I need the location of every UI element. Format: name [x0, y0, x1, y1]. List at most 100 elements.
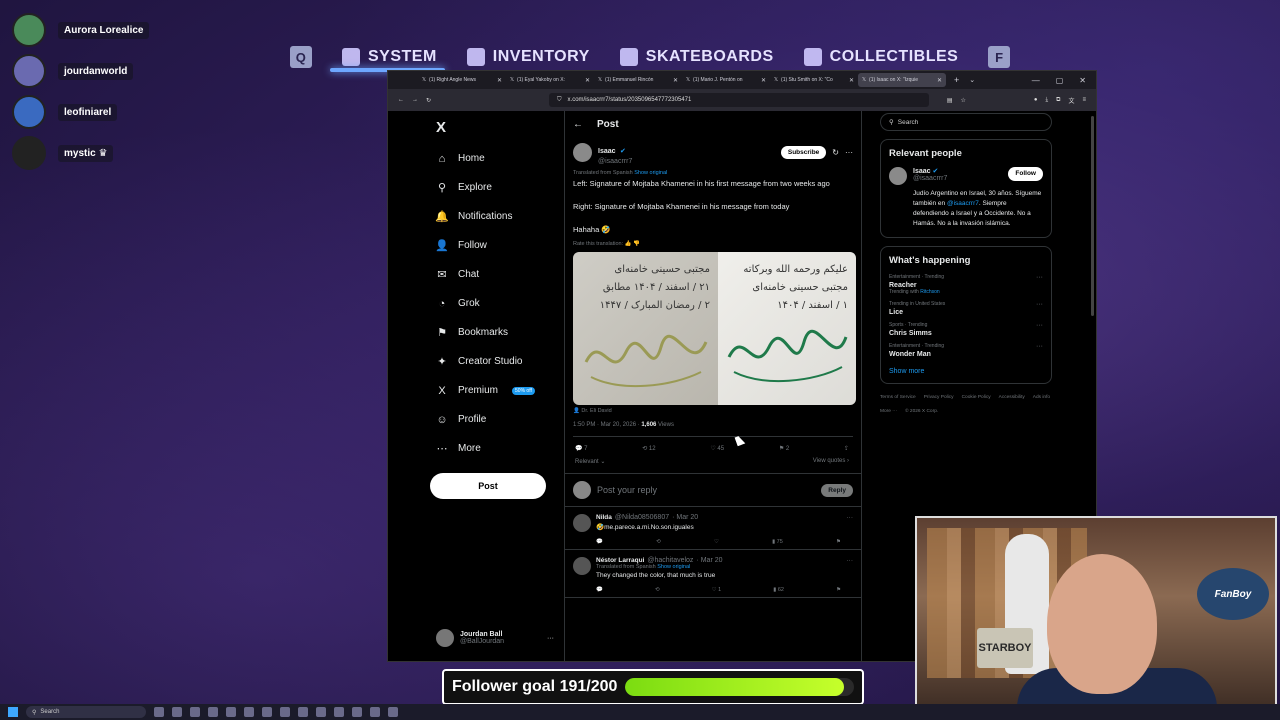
- bookmark-icon[interactable]: ⚑: [836, 587, 841, 593]
- nav-item-home[interactable]: ⌂ Home: [430, 144, 565, 173]
- close-tab-icon[interactable]: ✕: [673, 77, 678, 84]
- avatar[interactable]: [573, 143, 592, 162]
- nav-item-premium[interactable]: X Premium 50% off: [430, 376, 565, 405]
- back-arrow-icon[interactable]: ←: [573, 119, 583, 130]
- footer-link[interactable]: Ads info: [1033, 392, 1050, 404]
- taskbar-app-icon[interactable]: [280, 707, 290, 717]
- nav-item-bookmarks[interactable]: ⚑ Bookmarks: [430, 318, 565, 347]
- extensions-icon[interactable]: ⧉: [1056, 97, 1060, 104]
- reply-icon[interactable]: 💬 7: [575, 445, 587, 452]
- browser-tab[interactable]: 𝕏 (1) Right Angle News ✕: [418, 73, 506, 87]
- repost-icon[interactable]: ⟲ 12: [642, 445, 655, 452]
- reply-input[interactable]: Post your reply: [597, 485, 657, 495]
- download-icon[interactable]: ⤓: [1046, 97, 1049, 104]
- windows-start-icon[interactable]: [8, 707, 18, 717]
- more-icon[interactable]: ···: [847, 514, 854, 521]
- view-quotes-link[interactable]: View quotes ›: [813, 458, 849, 465]
- like-icon[interactable]: ♡ 1: [712, 587, 722, 593]
- account-switcher[interactable]: Jourdan Ball @BallJourdan ···: [436, 629, 554, 647]
- taskbar-app-icon[interactable]: [262, 707, 272, 717]
- maximize-icon[interactable]: ▢: [1056, 76, 1064, 85]
- subscribe-button[interactable]: Subscribe: [780, 146, 827, 159]
- post-button[interactable]: Post: [430, 473, 546, 499]
- show-original-link[interactable]: Show original: [657, 564, 690, 570]
- taskbar-app-icon[interactable]: [190, 707, 200, 717]
- nav-item-chat[interactable]: ✉ Chat: [430, 260, 565, 289]
- scrollbar[interactable]: [1091, 116, 1094, 316]
- reply-icon[interactable]: 💬: [596, 587, 603, 593]
- taskbar-app-icon[interactable]: [352, 707, 362, 717]
- nav-item-more[interactable]: ⋯ More: [430, 434, 565, 463]
- search-input[interactable]: ⚲ Search: [880, 113, 1052, 131]
- reply-item[interactable]: Néstor Larraqui @hachitaveloz · Mar 20 ··· T…: [565, 550, 861, 598]
- views-icon[interactable]: ▮ 62: [773, 587, 784, 593]
- menu-skateboards[interactable]: SKATEBOARDS: [619, 48, 774, 66]
- relevant-dropdown[interactable]: Relevant ⌄: [575, 458, 605, 465]
- trend-item[interactable]: Entertainment · Trending Reacher Trending …: [889, 274, 1043, 295]
- menu-icon[interactable]: ≡: [1082, 97, 1086, 103]
- menu-left-key[interactable]: Q: [290, 46, 312, 68]
- menu-inventory[interactable]: INVENTORY: [466, 48, 590, 66]
- trend-item[interactable]: Trending in United States Lice ···: [889, 301, 1043, 316]
- translate-icon[interactable]: 文: [1068, 96, 1074, 105]
- person-row[interactable]: Isaac ✔ @isaacrrr7 Follow: [889, 167, 1043, 185]
- minimize-icon[interactable]: —: [1032, 76, 1040, 85]
- post-image[interactable]: مجتبی حسینی خامنه‌ای ۲۱ / اسفند / ۱۴۰۴ م…: [573, 252, 856, 405]
- more-icon[interactable]: ···: [1036, 274, 1043, 295]
- taskbar-app-icon[interactable]: [388, 707, 398, 717]
- reply-item[interactable]: Nilda @Nilda08506807 · Mar 20 ··· 🤣me.parece…: [565, 507, 861, 550]
- footer-link[interactable]: Cookie Policy: [962, 392, 991, 404]
- taskbar-app-icon[interactable]: [244, 707, 254, 717]
- reply-icon[interactable]: 💬: [596, 539, 603, 545]
- avatar[interactable]: [889, 167, 907, 185]
- repost-icon[interactable]: ⟲: [656, 539, 661, 545]
- nav-item-notifications[interactable]: 🔔 Notifications: [430, 202, 565, 231]
- trend-item[interactable]: Entertainment · Trending Wonder Man ···: [889, 343, 1043, 358]
- avatar[interactable]: [573, 514, 591, 532]
- more-icon[interactable]: ···: [547, 635, 554, 642]
- new-tab-icon[interactable]: +: [954, 75, 959, 85]
- nav-item-follow[interactable]: 👤 Follow: [430, 231, 565, 260]
- more-icon[interactable]: ···: [1036, 322, 1043, 337]
- taskbar-app-icon[interactable]: [298, 707, 308, 717]
- bookmark-star-icon[interactable]: ☆: [961, 97, 966, 104]
- taskbar-app-icon[interactable]: [370, 707, 380, 717]
- bookmark-icon[interactable]: ⚑ 2: [779, 445, 789, 452]
- bookmark-icon[interactable]: ⚑: [836, 539, 841, 545]
- taskbar-app-icon[interactable]: [316, 707, 326, 717]
- account-icon[interactable]: ●: [1034, 97, 1038, 103]
- more-icon[interactable]: ···: [1036, 343, 1043, 358]
- taskbar-app-icon[interactable]: [226, 707, 236, 717]
- follow-button[interactable]: Follow: [1008, 167, 1043, 181]
- more-icon[interactable]: ···: [845, 148, 853, 157]
- more-icon[interactable]: ···: [847, 557, 854, 564]
- nav-item-creator-studio[interactable]: ✦ Creator Studio: [430, 347, 565, 376]
- nav-item-explore[interactable]: ⚲ Explore: [430, 173, 565, 202]
- share-icon[interactable]: ⇪: [844, 445, 849, 452]
- footer-link[interactable]: Privacy Policy: [924, 392, 954, 404]
- url-field[interactable]: ⛉ x.com/isaacrrr7/status/203509654777230…: [549, 93, 929, 107]
- like-icon[interactable]: ♡ 45: [710, 445, 724, 452]
- reply-author-name[interactable]: Néstor Larraqui: [596, 557, 644, 564]
- bio-mention-link[interactable]: @isaacrrr7: [947, 200, 979, 207]
- close-tab-icon[interactable]: ✕: [497, 77, 502, 84]
- footer-link[interactable]: Terms of Service: [880, 392, 916, 404]
- reply-button[interactable]: Reply: [821, 483, 853, 497]
- close-window-icon[interactable]: ✕: [1079, 76, 1086, 85]
- browser-tab[interactable]: 𝕏 (1) Mario J. Pentón on ✕: [682, 73, 770, 87]
- repost-icon[interactable]: ⟲: [655, 587, 660, 593]
- browser-tab[interactable]: 𝕏 (1) Stu Smith on X: "Co ✕: [770, 73, 858, 87]
- menu-collectibles[interactable]: COLLECTIBLES: [803, 48, 959, 66]
- tab-list-icon[interactable]: ⌄: [969, 76, 975, 84]
- views-icon[interactable]: ▮ 75: [772, 539, 783, 545]
- browser-tab[interactable]: 𝕏 (1) Emmanuel Rincón ✕: [594, 73, 682, 87]
- thumbs-up-icon[interactable]: 👍: [625, 241, 632, 247]
- menu-right-key[interactable]: F: [988, 46, 1011, 68]
- show-original-link[interactable]: Show original: [634, 170, 667, 176]
- footer-link[interactable]: Accessibility: [999, 392, 1025, 404]
- thumbs-down-icon[interactable]: 👎: [633, 241, 640, 247]
- taskbar-app-icon[interactable]: [208, 707, 218, 717]
- close-tab-icon[interactable]: ✕: [849, 77, 854, 84]
- like-icon[interactable]: ♡: [714, 539, 719, 545]
- trend-item[interactable]: Sports · Trending Chris Simms ···: [889, 322, 1043, 337]
